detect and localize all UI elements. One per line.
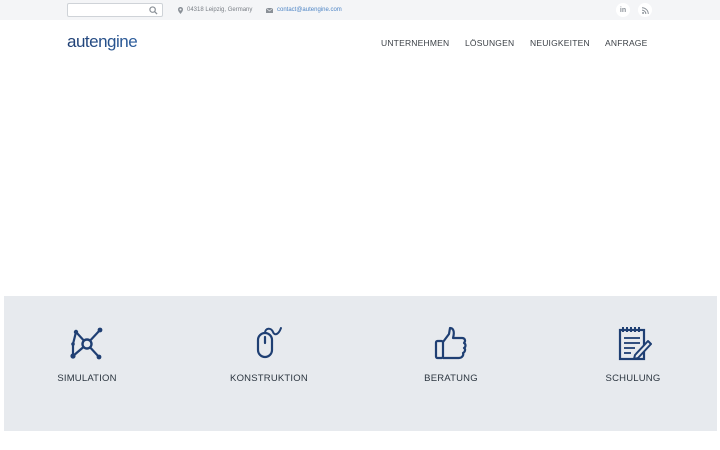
nav-anfrage[interactable]: ANFRAGE xyxy=(605,38,648,48)
services-section: SIMULATION KONSTRUKTION BERATUNG SCHULUN… xyxy=(4,296,717,431)
service-beratung[interactable]: BERATUNG xyxy=(381,296,521,431)
hero-area xyxy=(0,64,720,296)
email-link[interactable]: contact@autengine.com xyxy=(277,6,342,14)
service-label: BERATUNG xyxy=(424,373,478,384)
service-schulung[interactable]: SCHULUNG xyxy=(563,296,703,431)
linkedin-icon: in xyxy=(619,6,627,14)
service-label: KONSTRUKTION xyxy=(230,373,308,384)
search-box[interactable] xyxy=(67,3,163,22)
service-konstruktion[interactable]: KONSTRUKTION xyxy=(199,296,339,431)
nav-loesungen[interactable]: LÖSUNGEN xyxy=(465,38,514,48)
logo-text: autengine xyxy=(67,32,137,51)
thumbs-up-icon xyxy=(434,326,467,360)
nav-unternehmen[interactable]: UNTERNEHMEN xyxy=(381,38,449,48)
address-text: 04318 Leipzig, Germany xyxy=(187,7,253,13)
service-simulation[interactable]: SIMULATION xyxy=(17,296,157,431)
map-marker-icon xyxy=(178,6,183,14)
linkedin-button[interactable]: in xyxy=(616,3,630,17)
nav-neuigkeiten[interactable]: NEUIGKEITEN xyxy=(530,38,590,48)
site-header: autengine UNTERNEHMEN LÖSUNGEN NEUIGKEIT… xyxy=(0,20,720,64)
mouse-icon xyxy=(256,327,282,359)
logo[interactable]: autengine xyxy=(67,30,151,54)
address-info: 04318 Leipzig, Germany xyxy=(178,6,252,14)
email-info[interactable]: contact@autengine.com xyxy=(266,6,342,14)
service-label: SCHULUNG xyxy=(605,373,661,384)
top-bar: 04318 Leipzig, Germany contact@autengine… xyxy=(0,0,720,22)
envelope-icon xyxy=(266,7,273,13)
rss-button[interactable] xyxy=(638,3,652,17)
service-label: SIMULATION xyxy=(57,373,117,384)
network-nodes-icon xyxy=(70,327,103,360)
search-icon[interactable] xyxy=(149,6,158,15)
rss-icon xyxy=(641,6,649,14)
notepad-pencil-icon xyxy=(618,327,652,361)
